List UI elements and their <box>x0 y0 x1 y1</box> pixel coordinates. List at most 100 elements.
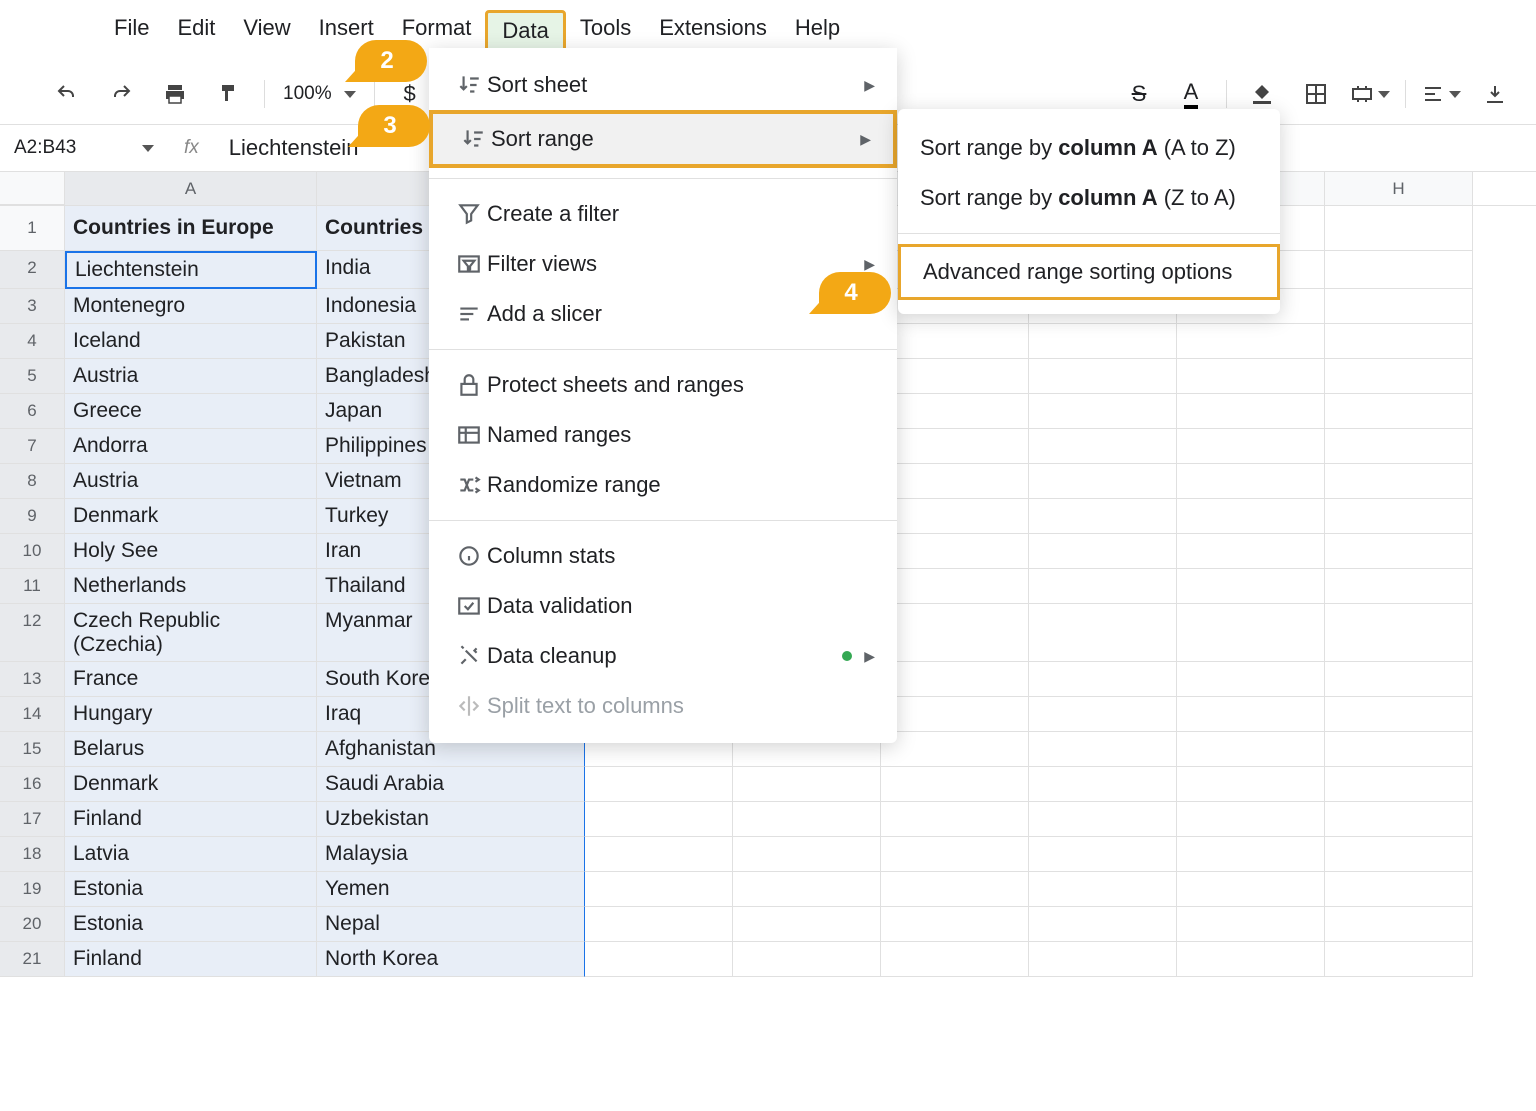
strikethrough-button[interactable]: S <box>1118 76 1160 112</box>
menu-item-create-a-filter[interactable]: Create a filter <box>429 189 897 239</box>
zoom-value: 100% <box>283 83 332 105</box>
create-a-filter-icon <box>451 201 487 227</box>
cell[interactable]: Denmark <box>65 767 317 802</box>
chevron-down-icon <box>142 145 154 152</box>
protect-sheets-and-ranges-icon <box>451 372 487 398</box>
data-menu-dropdown: Sort sheet ▶ Sort range ▶ Create a filte… <box>429 48 897 743</box>
row-header[interactable]: 18 <box>0 837 65 872</box>
row-header[interactable]: 15 <box>0 732 65 767</box>
row-header[interactable]: 9 <box>0 499 65 534</box>
menu-item-sort-range[interactable]: Sort range ▶ <box>429 110 897 168</box>
cell[interactable]: Netherlands <box>65 569 317 604</box>
menu-extensions[interactable]: Extensions <box>645 10 781 52</box>
valign-button[interactable] <box>1474 76 1516 112</box>
menu-file[interactable]: File <box>100 10 163 52</box>
menu-item-column-stats[interactable]: Column stats <box>429 531 897 581</box>
menu-data[interactable]: Data <box>485 10 565 52</box>
cell[interactable]: Czech Republic (Czechia) <box>65 604 317 662</box>
row-header[interactable]: 13 <box>0 662 65 697</box>
cell[interactable]: Latvia <box>65 837 317 872</box>
row-header[interactable]: 14 <box>0 697 65 732</box>
cell[interactable]: Uzbekistan <box>317 802 585 837</box>
sort-range-icon <box>455 126 491 152</box>
cell[interactable]: Montenegro <box>65 289 317 324</box>
row-header[interactable]: 17 <box>0 802 65 837</box>
row-header[interactable]: 16 <box>0 767 65 802</box>
cell[interactable]: Liechtenstein <box>65 251 317 289</box>
menu-tools[interactable]: Tools <box>566 10 645 52</box>
data-cleanup-icon <box>451 643 487 669</box>
cell[interactable]: Austria <box>65 359 317 394</box>
menu-edit[interactable]: Edit <box>163 10 229 52</box>
borders-button[interactable] <box>1295 76 1337 112</box>
name-box[interactable]: A2:B43 <box>10 131 130 165</box>
cell[interactable]: Estonia <box>65 872 317 907</box>
sort-range-submenu: Sort range by column A (A to Z)Sort rang… <box>898 109 1280 314</box>
row-header[interactable]: 12 <box>0 604 65 662</box>
cell[interactable]: France <box>65 662 317 697</box>
cell[interactable]: Finland <box>65 802 317 837</box>
redo-button[interactable] <box>100 76 142 112</box>
cell[interactable]: Andorra <box>65 429 317 464</box>
cell[interactable]: Belarus <box>65 732 317 767</box>
row-header[interactable]: 5 <box>0 359 65 394</box>
sort-sheet-icon <box>451 72 487 98</box>
row-header[interactable]: 8 <box>0 464 65 499</box>
cell[interactable]: Estonia <box>65 907 317 942</box>
cell[interactable]: Iceland <box>65 324 317 359</box>
col-header-h[interactable]: H <box>1325 172 1473 205</box>
row-header[interactable]: 3 <box>0 289 65 324</box>
print-button[interactable] <box>154 76 196 112</box>
menu-item-label: Named ranges <box>487 422 875 448</box>
cell[interactable]: Saudi Arabia <box>317 767 585 802</box>
menu-item-named-ranges[interactable]: Named ranges <box>429 410 897 460</box>
cell[interactable]: Austria <box>65 464 317 499</box>
cell[interactable]: Hungary <box>65 697 317 732</box>
submenu-item[interactable]: Sort range by column A (Z to A) <box>898 173 1280 223</box>
fx-icon: fx <box>154 137 219 159</box>
row-header[interactable]: 1 <box>0 206 65 251</box>
row-header[interactable]: 20 <box>0 907 65 942</box>
cell[interactable]: Holy See <box>65 534 317 569</box>
row-header[interactable]: 2 <box>0 251 65 289</box>
menu-item-data-cleanup[interactable]: Data cleanup ▶ <box>429 631 897 681</box>
submenu-item[interactable]: Advanced range sorting options <box>898 244 1280 300</box>
fill-color-button[interactable] <box>1241 76 1283 112</box>
align-button[interactable] <box>1420 76 1462 112</box>
menu-item-label: Split text to columns <box>487 693 875 719</box>
row-header[interactable]: 10 <box>0 534 65 569</box>
menu-item-randomize-range[interactable]: Randomize range <box>429 460 897 510</box>
row-header[interactable]: 21 <box>0 942 65 977</box>
row-header[interactable]: 6 <box>0 394 65 429</box>
cell[interactable]: Malaysia <box>317 837 585 872</box>
cell[interactable]: Yemen <box>317 872 585 907</box>
row-header[interactable]: 19 <box>0 872 65 907</box>
callout-2: 2 <box>355 40 427 82</box>
menu-item-data-validation[interactable]: Data validation <box>429 581 897 631</box>
cell[interactable]: North Korea <box>317 942 585 977</box>
menu-item-label: Data cleanup <box>487 643 842 669</box>
column-stats-icon <box>451 543 487 569</box>
undo-button[interactable] <box>46 76 88 112</box>
row-header[interactable]: 11 <box>0 569 65 604</box>
menu-help[interactable]: Help <box>781 10 854 52</box>
menu-item-sort-sheet[interactable]: Sort sheet ▶ <box>429 60 897 110</box>
cell[interactable]: Countries in Europe <box>65 206 317 251</box>
corner-cell[interactable] <box>0 172 65 205</box>
row-header[interactable]: 7 <box>0 429 65 464</box>
cell[interactable]: Greece <box>65 394 317 429</box>
menu-item-label: Sort sheet <box>487 72 864 98</box>
menu-view[interactable]: View <box>229 10 304 52</box>
paint-format-button[interactable] <box>208 76 250 112</box>
row-header[interactable]: 4 <box>0 324 65 359</box>
merge-button[interactable] <box>1349 76 1391 112</box>
formula-bar[interactable]: Liechtenstein <box>219 129 359 167</box>
zoom-select[interactable]: 100% <box>273 83 366 105</box>
col-header-a[interactable]: A <box>65 172 317 205</box>
submenu-item[interactable]: Sort range by column A (A to Z) <box>898 123 1280 173</box>
menu-item-protect-sheets-and-ranges[interactable]: Protect sheets and ranges <box>429 360 897 410</box>
cell[interactable]: Nepal <box>317 907 585 942</box>
cell[interactable]: Finland <box>65 942 317 977</box>
text-color-button[interactable]: A <box>1170 76 1212 112</box>
cell[interactable]: Denmark <box>65 499 317 534</box>
